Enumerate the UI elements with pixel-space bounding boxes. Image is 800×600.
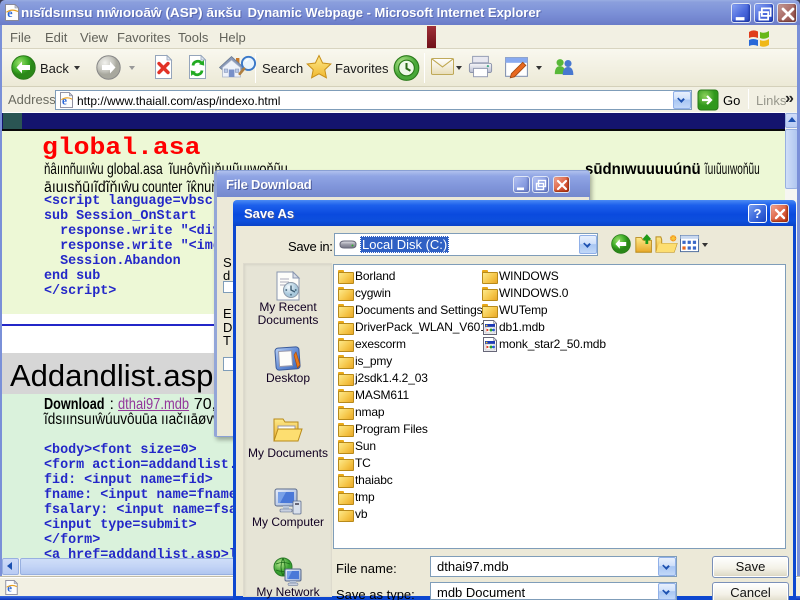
svg-text:e: e — [62, 95, 67, 107]
svg-text:e: e — [7, 6, 13, 20]
